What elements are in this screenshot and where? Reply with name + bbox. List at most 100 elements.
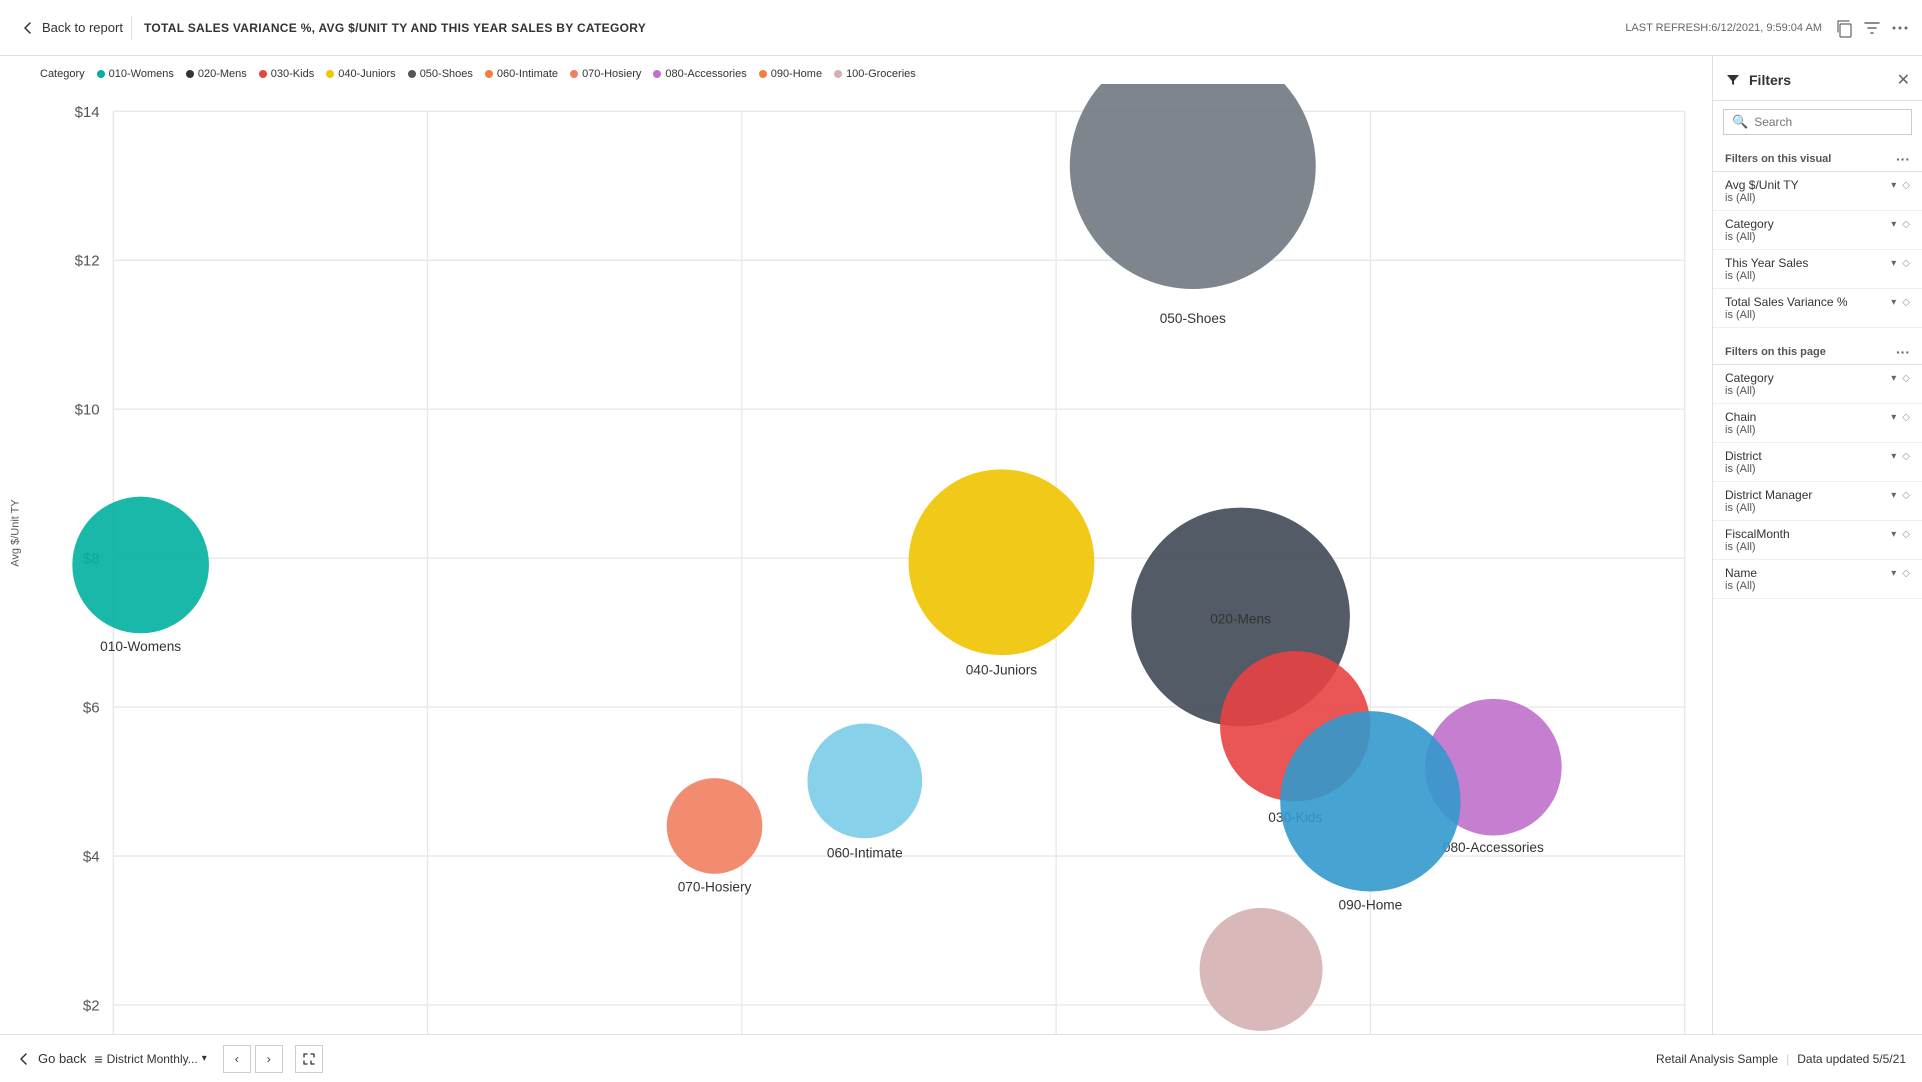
expand-button[interactable] [295, 1045, 323, 1073]
filter-name: District [1725, 449, 1762, 463]
filter-icons: ▾ ◇ [1891, 529, 1910, 540]
page-filters-list: Category ▾ ◇ is (All) Chain ▾ ◇ is (All)… [1713, 365, 1922, 599]
bubble-060-intimate[interactable] [807, 723, 922, 838]
bubble-chart-svg: -30% -20% -10% 0% 10% $14 $12 $10 $8 $6 … [45, 84, 1712, 1034]
filter-clear-icon[interactable]: ◇ [1902, 568, 1910, 579]
visual-filter-item[interactable]: This Year Sales ▾ ◇ is (All) [1713, 250, 1922, 289]
filters-search-input[interactable] [1754, 115, 1903, 129]
tab-district-monthly[interactable]: ≡ District Monthly... ▾ [94, 1051, 206, 1067]
svg-text:$14: $14 [75, 104, 100, 121]
go-back-button[interactable]: Go back [16, 1051, 86, 1067]
filter-chevron-icon[interactable]: ▾ [1891, 219, 1896, 230]
page-filter-item[interactable]: District ▾ ◇ is (All) [1713, 443, 1922, 482]
bubble-070-hosiery[interactable] [667, 778, 763, 874]
filter-value: is (All) [1725, 463, 1910, 475]
legend-item-accessories: 080-Accessories [653, 68, 746, 80]
legend-label-groceries: 100-Groceries [846, 68, 916, 80]
close-filters-button[interactable]: ✕ [1897, 70, 1910, 90]
copy-icon[interactable] [1834, 18, 1854, 38]
svg-text:050-Shoes: 050-Shoes [1160, 311, 1226, 326]
filter-clear-icon[interactable]: ◇ [1902, 297, 1910, 308]
filters-on-visual-section: Filters on this visual ··· [1713, 143, 1922, 172]
back-to-report-button[interactable]: Back to report [12, 16, 132, 40]
bubble-090-home[interactable] [1280, 711, 1460, 891]
bottom-right: Retail Analysis Sample | Data updated 5/… [1656, 1052, 1906, 1066]
filter-chevron-icon[interactable]: ▾ [1891, 451, 1896, 462]
bubble-040-juniors[interactable] [909, 469, 1095, 655]
filter-icon[interactable] [1862, 18, 1882, 38]
filter-chevron-icon[interactable]: ▾ [1891, 412, 1896, 423]
nav-prev-button[interactable]: ‹ [223, 1045, 251, 1073]
filter-clear-icon[interactable]: ◇ [1902, 490, 1910, 501]
more-options-icon[interactable] [1890, 18, 1910, 38]
filter-icons: ▾ ◇ [1891, 490, 1910, 501]
y-axis-label: Avg $/Unit TY [10, 499, 22, 566]
page-filter-item[interactable]: District Manager ▾ ◇ is (All) [1713, 482, 1922, 521]
legend-item-intimate: 060-Intimate [485, 68, 558, 80]
filter-name: Avg $/Unit TY [1725, 178, 1799, 192]
legend-label-intimate: 060-Intimate [497, 68, 558, 80]
filter-chevron-icon[interactable]: ▾ [1891, 258, 1896, 269]
filters-on-visual-label: Filters on this visual [1725, 153, 1831, 165]
filters-visual-more-icon[interactable]: ··· [1896, 151, 1910, 167]
filters-page-more-icon[interactable]: ··· [1896, 344, 1910, 360]
bubble-010-womens[interactable] [72, 497, 209, 634]
visual-filter-item[interactable]: Total Sales Variance % ▾ ◇ is (All) [1713, 289, 1922, 328]
filters-search-box[interactable]: 🔍 [1723, 109, 1912, 135]
legend-label-juniors: 040-Juniors [338, 68, 395, 80]
filter-chevron-icon[interactable]: ▾ [1891, 180, 1896, 191]
filter-name: Category [1725, 371, 1774, 385]
filter-chevron-icon[interactable]: ▾ [1891, 373, 1896, 384]
svg-text:090-Home: 090-Home [1339, 897, 1403, 912]
svg-text:070-Hosiery: 070-Hosiery [678, 880, 752, 895]
filter-name: FiscalMonth [1725, 527, 1790, 541]
visual-filter-item[interactable]: Category ▾ ◇ is (All) [1713, 211, 1922, 250]
bubble-050-shoes[interactable] [1070, 84, 1316, 289]
filter-value: is (All) [1725, 502, 1910, 514]
filter-chevron-icon[interactable]: ▾ [1891, 490, 1896, 501]
legend-label-mens: 020-Mens [198, 68, 247, 80]
filter-value: is (All) [1725, 385, 1910, 397]
page-filter-item[interactable]: Chain ▾ ◇ is (All) [1713, 404, 1922, 443]
filter-chevron-icon[interactable]: ▾ [1891, 568, 1896, 579]
tab-icon: ≡ [94, 1051, 102, 1067]
filter-chevron-icon[interactable]: ▾ [1891, 297, 1896, 308]
report-name: Retail Analysis Sample [1656, 1052, 1778, 1066]
page-filter-item[interactable]: Category ▾ ◇ is (All) [1713, 365, 1922, 404]
go-back-arrow-icon [16, 1051, 32, 1067]
filters-panel: Filters ✕ 🔍 Filters on this visual ··· A… [1712, 56, 1922, 1034]
legend-item-kids: 030-Kids [259, 68, 314, 80]
filter-clear-icon[interactable]: ◇ [1902, 258, 1910, 269]
filter-clear-icon[interactable]: ◇ [1902, 529, 1910, 540]
filter-clear-icon[interactable]: ◇ [1902, 180, 1910, 191]
bottom-bar: Go back ≡ District Monthly... ▾ ‹ › Reta… [0, 1034, 1922, 1082]
filter-value: is (All) [1725, 580, 1910, 592]
nav-next-button[interactable]: › [255, 1045, 283, 1073]
legend-dot-shoes [408, 70, 416, 78]
svg-text:060-Intimate: 060-Intimate [827, 845, 903, 860]
filter-value: is (All) [1725, 192, 1910, 204]
legend-label-hosiery: 070-Hosiery [582, 68, 641, 80]
bubble-100-groceries[interactable] [1200, 908, 1323, 1031]
filter-clear-icon[interactable]: ◇ [1902, 412, 1910, 423]
filter-icons: ▾ ◇ [1891, 219, 1910, 230]
tab-name-label: District Monthly... [107, 1052, 198, 1066]
go-back-label: Go back [38, 1051, 86, 1066]
filter-icons: ▾ ◇ [1891, 451, 1910, 462]
svg-text:$6: $6 [83, 700, 100, 717]
page-filter-item[interactable]: FiscalMonth ▾ ◇ is (All) [1713, 521, 1922, 560]
legend-dot-kids [259, 70, 267, 78]
filter-clear-icon[interactable]: ◇ [1902, 373, 1910, 384]
page-filter-item[interactable]: Name ▾ ◇ is (All) [1713, 560, 1922, 599]
filter-name: This Year Sales [1725, 256, 1808, 270]
filter-value: is (All) [1725, 424, 1910, 436]
legend-item-mens: 020-Mens [186, 68, 247, 80]
filter-chevron-icon[interactable]: ▾ [1891, 529, 1896, 540]
legend-dot-intimate [485, 70, 493, 78]
nav-arrows: ‹ › [223, 1045, 283, 1073]
legend-item-shoes: 050-Shoes [408, 68, 473, 80]
filter-clear-icon[interactable]: ◇ [1902, 451, 1910, 462]
legend-dot-home [759, 70, 767, 78]
filter-clear-icon[interactable]: ◇ [1902, 219, 1910, 230]
visual-filter-item[interactable]: Avg $/Unit TY ▾ ◇ is (All) [1713, 172, 1922, 211]
